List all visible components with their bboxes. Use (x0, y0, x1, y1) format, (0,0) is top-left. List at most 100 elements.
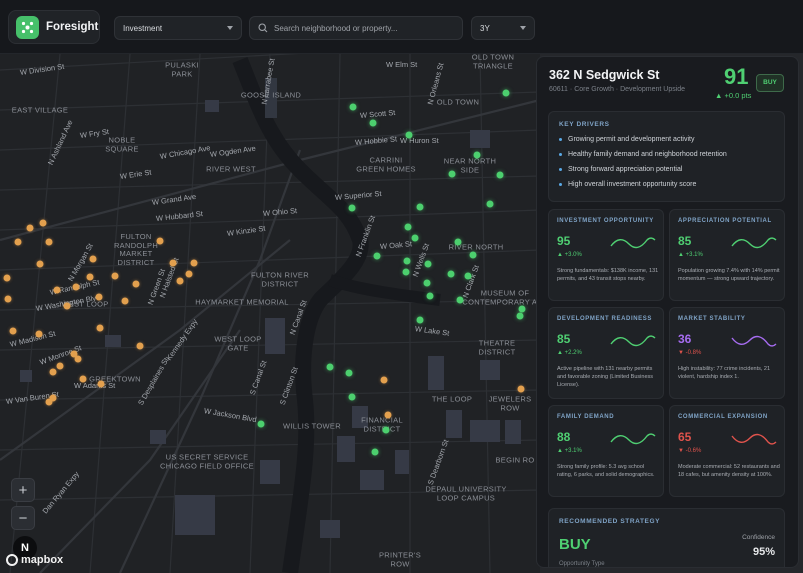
property-marker-green[interactable] (447, 270, 455, 278)
property-marker-green[interactable] (349, 103, 357, 111)
property-marker-green[interactable] (348, 393, 356, 401)
card-title: DEVELOPMENT READINESS (557, 316, 652, 322)
property-zip: 60611 (549, 86, 568, 93)
card-delta: ▲ +3.1% (557, 448, 582, 454)
property-marker-orange[interactable] (56, 362, 64, 370)
property-marker-green[interactable] (426, 292, 434, 300)
property-marker-orange[interactable] (49, 368, 57, 376)
property-marker-green[interactable] (469, 251, 477, 259)
bullet-icon (559, 168, 562, 171)
property-marker-orange[interactable] (79, 375, 87, 383)
card-score: 88 (557, 430, 571, 444)
property-marker-orange[interactable] (89, 255, 97, 263)
property-marker-green[interactable] (369, 119, 377, 127)
property-marker-orange[interactable] (35, 330, 43, 338)
mapbox-attribution[interactable]: mapbox (6, 554, 63, 566)
property-marker-green[interactable] (473, 151, 481, 159)
property-marker-green[interactable] (502, 89, 510, 97)
score-card[interactable]: FAMILY DEMAND 88 ▲ +3.1% Strong family prof… (548, 405, 664, 497)
property-marker-orange[interactable] (380, 376, 388, 384)
property-marker-green[interactable] (404, 223, 412, 231)
property-marker-green[interactable] (454, 238, 462, 246)
bullet-icon (559, 153, 562, 156)
property-marker-green[interactable] (416, 316, 424, 324)
card-delta: ▼ -0.8% (678, 350, 702, 356)
property-marker-orange[interactable] (39, 219, 47, 227)
score-card[interactable]: COMMERCIAL EXPANSION 65 ▼ -0.6% Moderate co… (669, 405, 785, 497)
card-score: 95 (557, 234, 571, 248)
property-marker-green[interactable] (382, 426, 390, 434)
score-card[interactable]: MARKET STABILITY 36 ▼ -0.8% High instabilit… (669, 307, 785, 399)
mode-select-value: Investment (123, 23, 163, 33)
property-marker-green[interactable] (424, 260, 432, 268)
driver-text: Growing permit and development activity (568, 136, 695, 143)
property-marker-green[interactable] (464, 272, 472, 280)
property-marker-orange[interactable] (185, 270, 193, 278)
property-marker-orange[interactable] (121, 297, 129, 305)
property-marker-green[interactable] (486, 200, 494, 208)
chevron-down-icon (520, 26, 526, 30)
mode-select[interactable]: Investment (114, 16, 242, 40)
timeframe-select[interactable]: 3Y (471, 16, 535, 40)
property-marker-green[interactable] (423, 279, 431, 287)
property-marker-orange[interactable] (9, 327, 17, 335)
property-marker-green[interactable] (516, 312, 524, 320)
property-marker-green[interactable] (371, 448, 379, 456)
property-marker-green[interactable] (326, 363, 334, 371)
property-marker-green[interactable] (496, 171, 504, 179)
score-card[interactable]: INVESTMENT OPPORTUNITY 95 ▲ +3.0% Strong fu… (548, 209, 664, 301)
property-marker-orange[interactable] (4, 295, 12, 303)
app-root: NEAR NORTH SIDE RIVER WEST FULTON RIVER DIST… (0, 0, 803, 573)
card-description: Strong fundamentals: $138K income, 131 p… (557, 268, 659, 282)
property-marker-green[interactable] (416, 203, 424, 211)
score-card[interactable]: DEVELOPMENT READINESS 85 ▲ +2.2% Active pip… (548, 307, 664, 399)
zoom-in-button[interactable]: + (11, 478, 35, 502)
property-marker-green[interactable] (456, 296, 464, 304)
property-marker-orange[interactable] (72, 283, 80, 291)
overall-score-delta: ▲ +0.0 pts (715, 91, 752, 100)
score-card[interactable]: APPRECIATION POTENTIAL 85 ▲ +3.1% Populatio… (669, 209, 785, 301)
property-marker-orange[interactable] (111, 272, 119, 280)
property-marker-green[interactable] (411, 234, 419, 242)
property-marker-green[interactable] (518, 305, 526, 313)
property-marker-orange[interactable] (517, 385, 525, 393)
property-marker-green[interactable] (405, 131, 413, 139)
property-marker-orange[interactable] (97, 380, 105, 388)
property-marker-orange[interactable] (74, 355, 82, 363)
property-marker-green[interactable] (257, 420, 265, 428)
property-marker-orange[interactable] (3, 274, 11, 282)
property-marker-orange[interactable] (45, 238, 53, 246)
property-marker-orange[interactable] (63, 302, 71, 310)
property-marker-green[interactable] (448, 170, 456, 178)
property-marker-orange[interactable] (53, 286, 61, 294)
property-marker-orange[interactable] (86, 273, 94, 281)
property-marker-green[interactable] (403, 257, 411, 265)
property-marker-green[interactable] (348, 204, 356, 212)
zoom-out-button[interactable]: − (11, 506, 35, 530)
property-marker-green[interactable] (345, 369, 353, 377)
property-marker-green[interactable] (402, 268, 410, 276)
property-marker-orange[interactable] (14, 238, 22, 246)
property-marker-orange[interactable] (136, 342, 144, 350)
sparkline-icon (610, 237, 656, 249)
property-marker-orange[interactable] (384, 411, 392, 419)
card-delta: ▲ +3.0% (557, 252, 582, 258)
driver-text: Healthy family demand and neighborhood r… (568, 151, 727, 158)
search-input[interactable] (274, 23, 454, 33)
property-marker-orange[interactable] (176, 277, 184, 285)
sparkline-icon (731, 433, 777, 445)
property-detail-panel[interactable]: 362 N Sedgwick St 60611 · Core Growth · … (536, 56, 799, 568)
property-marker-orange[interactable] (36, 260, 44, 268)
property-marker-orange[interactable] (156, 237, 164, 245)
brand[interactable]: Foresight (8, 10, 100, 44)
property-marker-orange[interactable] (26, 224, 34, 232)
strategy-action: BUY (559, 536, 591, 553)
property-marker-orange[interactable] (96, 324, 104, 332)
property-marker-orange[interactable] (132, 280, 140, 288)
property-marker-orange[interactable] (45, 398, 53, 406)
property-marker-orange[interactable] (95, 293, 103, 301)
property-marker-orange[interactable] (169, 259, 177, 267)
search-box[interactable] (249, 16, 463, 40)
property-marker-green[interactable] (373, 252, 381, 260)
property-marker-orange[interactable] (190, 259, 198, 267)
